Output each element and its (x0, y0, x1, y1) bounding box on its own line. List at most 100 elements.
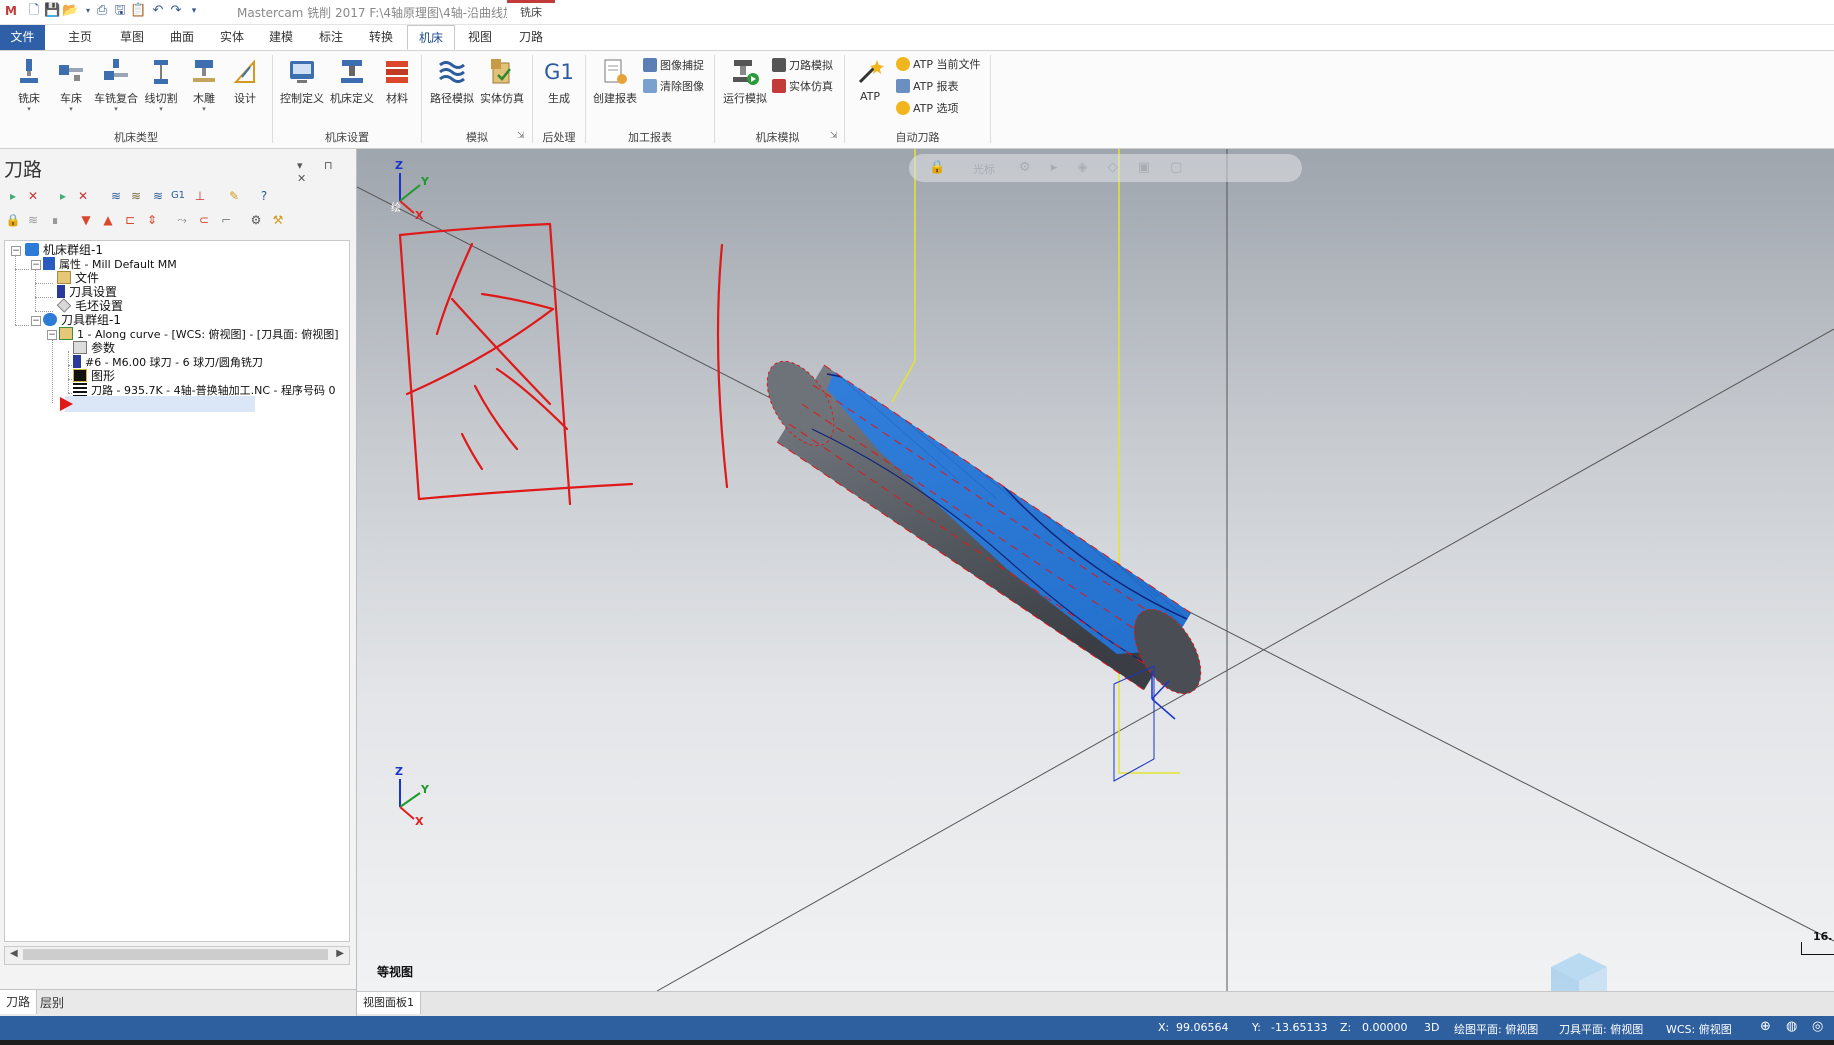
atp-current-file-button[interactable]: ATP 当前文件 (896, 56, 981, 74)
triad-bottom: Z Y X (392, 765, 452, 828)
atp-button[interactable]: ATP (850, 57, 890, 103)
undo-icon[interactable]: ↶ (150, 3, 166, 19)
selection-toolbar[interactable]: 🔒 光标 ⚙ ▸ ◈ ◇ ▣ ▢ (909, 154, 1302, 182)
mill-machine-button[interactable]: 铣床 ▾ (10, 57, 48, 113)
help-icon[interactable]: ? (256, 188, 272, 204)
tool-icon (73, 355, 81, 368)
hsm-icon[interactable]: ⊥ (192, 188, 208, 204)
show-all-icon[interactable]: ⌐ (218, 212, 234, 228)
save-icon[interactable]: 💾 (44, 3, 60, 19)
mill-turn-button[interactable]: 车铣复合 ▾ (92, 57, 140, 113)
tab-sketch[interactable]: 草图 (112, 25, 152, 50)
tab-home[interactable]: 主页 (60, 25, 100, 50)
manager-options-icon[interactable]: ⚙ (248, 212, 264, 228)
tab-model-prep[interactable]: 建模 (261, 25, 301, 50)
tree-horizontal-scrollbar[interactable]: ◀ ▶ (4, 946, 350, 965)
new-file-icon[interactable]: 🗋 (26, 3, 42, 19)
mode-3d-toggle[interactable]: 3D (1424, 1021, 1439, 1034)
run-simulation-button[interactable]: 运行模拟 (720, 57, 770, 106)
collapse-toggle[interactable]: − (31, 260, 41, 270)
router-button[interactable]: 木雕 ▾ (186, 57, 222, 113)
collapse-toggle[interactable]: − (47, 330, 57, 340)
wire-edm-button[interactable]: 线切割 ▾ (142, 57, 180, 113)
open-folder-icon[interactable]: 📂 (62, 3, 78, 19)
y-coord-value: -13.65133 (1271, 1021, 1328, 1034)
solid-sim-button[interactable]: 实体仿真 (772, 78, 833, 96)
move-down-icon[interactable]: ▼ (78, 212, 94, 228)
lock-icon[interactable]: 🔒 (5, 212, 21, 228)
clear-images-button[interactable]: 清除图像 (643, 78, 704, 96)
display-mode-icon[interactable]: ◎ (1812, 1019, 1823, 1034)
select-invalid-icon[interactable]: ▸ (55, 188, 71, 204)
material-button[interactable]: 材料 (380, 57, 414, 106)
backplot-button[interactable]: 路径模拟 (428, 57, 476, 106)
move-up-icon[interactable]: ▲ (100, 212, 116, 228)
post-small-icon[interactable]: G1 (170, 188, 186, 204)
tab-solids[interactable]: 实体 (212, 25, 252, 50)
tab-toolpaths-panel[interactable]: 刀路 (0, 990, 38, 1014)
create-report-button[interactable]: 创建报表 (590, 57, 640, 106)
scroll-to-icon[interactable]: ⇕ (144, 212, 160, 228)
dialog-launcher-icon[interactable]: ⇲ (830, 131, 838, 141)
selection-mode-icons[interactable]: ⚙ ▸ ◈ ◇ ▣ ▢ (1019, 160, 1190, 175)
dialog-launcher-icon[interactable]: ⇲ (517, 131, 525, 141)
image-capture-button[interactable]: 图像捕捉 (643, 57, 704, 75)
scroll-right-icon[interactable]: ▶ (336, 948, 344, 959)
design-button[interactable]: 设计 (228, 57, 262, 106)
regenerate-icon[interactable]: ≋ (108, 188, 124, 204)
tab-file[interactable]: 文件 (0, 25, 45, 50)
verify-button[interactable]: 实体仿真 (478, 57, 526, 106)
tab-machine[interactable]: 机床 (407, 25, 455, 50)
regenerate-dirty-icon[interactable]: ≋ (128, 188, 144, 204)
tab-toolpaths[interactable]: 刀路 (511, 25, 551, 50)
cursor-mode-label[interactable]: 光标 (973, 161, 995, 177)
view-name-label: 等视图 (377, 965, 414, 979)
lock-icon[interactable]: 🔒 (929, 160, 945, 175)
generate-post-button[interactable]: G1 生成 (538, 57, 580, 106)
panel-controls[interactable]: ▾ ⊓ ✕ (297, 159, 356, 185)
customize-toolbar-icon[interactable]: ▾ (186, 3, 202, 19)
app-logo-icon: M (5, 4, 17, 18)
tool-plane-selector[interactable]: 刀具平面: 俯视图 (1559, 1021, 1643, 1037)
scroll-thumb[interactable] (23, 949, 328, 960)
lathe-machine-button[interactable]: 车床 ▾ (52, 57, 90, 113)
toggle-display-icon[interactable]: ≋ (25, 212, 41, 228)
single-select-icon[interactable]: ⤳ (174, 212, 190, 228)
redo-icon[interactable]: ↷ (168, 3, 184, 19)
view-sheet-tab[interactable]: 视图面板1 (357, 992, 421, 1014)
edit-icon[interactable]: ✎ (226, 188, 242, 204)
graphics-viewport[interactable]: 🔒 光标 ⚙ ▸ ◈ ◇ ▣ ▢ Z Y X 绘 Z Y X 等视图 16. (357, 149, 1834, 991)
deselect-icon[interactable]: ✕ (25, 188, 41, 204)
group-label-report: 加工报表 (628, 131, 672, 144)
select-all-icon[interactable]: ▸ (5, 188, 21, 204)
scroll-left-icon[interactable]: ◀ (10, 948, 18, 959)
tool-settings-icon (57, 285, 65, 298)
toolpath-sim-button[interactable]: 刀路模拟 (772, 57, 833, 75)
insert-arrow[interactable] (60, 396, 255, 412)
wcs-selector[interactable]: WCS: 俯视图 (1666, 1021, 1732, 1037)
tab-annotate[interactable]: 标注 (311, 25, 351, 50)
print-icon[interactable]: ⎙ (94, 3, 110, 19)
save-as-icon[interactable]: 🖫 (112, 3, 128, 19)
collapse-toggle[interactable]: − (11, 246, 21, 256)
insert-arrow-icon[interactable]: ⊏ (122, 212, 138, 228)
shading-icon[interactable]: ◍ (1786, 1019, 1797, 1034)
machine-definition-button[interactable]: 机床定义 (328, 57, 376, 106)
atp-options-button[interactable]: ATP 选项 (896, 100, 959, 118)
folder-icon (57, 271, 71, 284)
tools-icon[interactable]: ⚒ (270, 212, 286, 228)
backplot-small-icon[interactable]: ≋ (150, 188, 166, 204)
delete-ops-icon[interactable]: ✕ (75, 188, 91, 204)
tab-levels-panel[interactable]: 层别 (40, 994, 64, 1011)
clipboard-icon[interactable]: 📋 (130, 3, 146, 19)
construction-plane-selector[interactable]: 绘图平面: 俯视图 (1454, 1021, 1538, 1037)
show-selected-icon[interactable]: ⊂ (196, 212, 212, 228)
globe-icon[interactable]: ⊕ (1760, 1019, 1771, 1034)
tab-surfaces[interactable]: 曲面 (162, 25, 202, 50)
tab-transform[interactable]: 转换 (361, 25, 401, 50)
toggle-post-icon[interactable]: ∎ (47, 212, 63, 228)
control-definition-button[interactable]: 控制定义 (278, 57, 326, 106)
atp-report-button[interactable]: ATP 报表 (896, 78, 959, 96)
tab-view[interactable]: 视图 (460, 25, 500, 50)
collapse-toggle[interactable]: − (31, 316, 41, 326)
